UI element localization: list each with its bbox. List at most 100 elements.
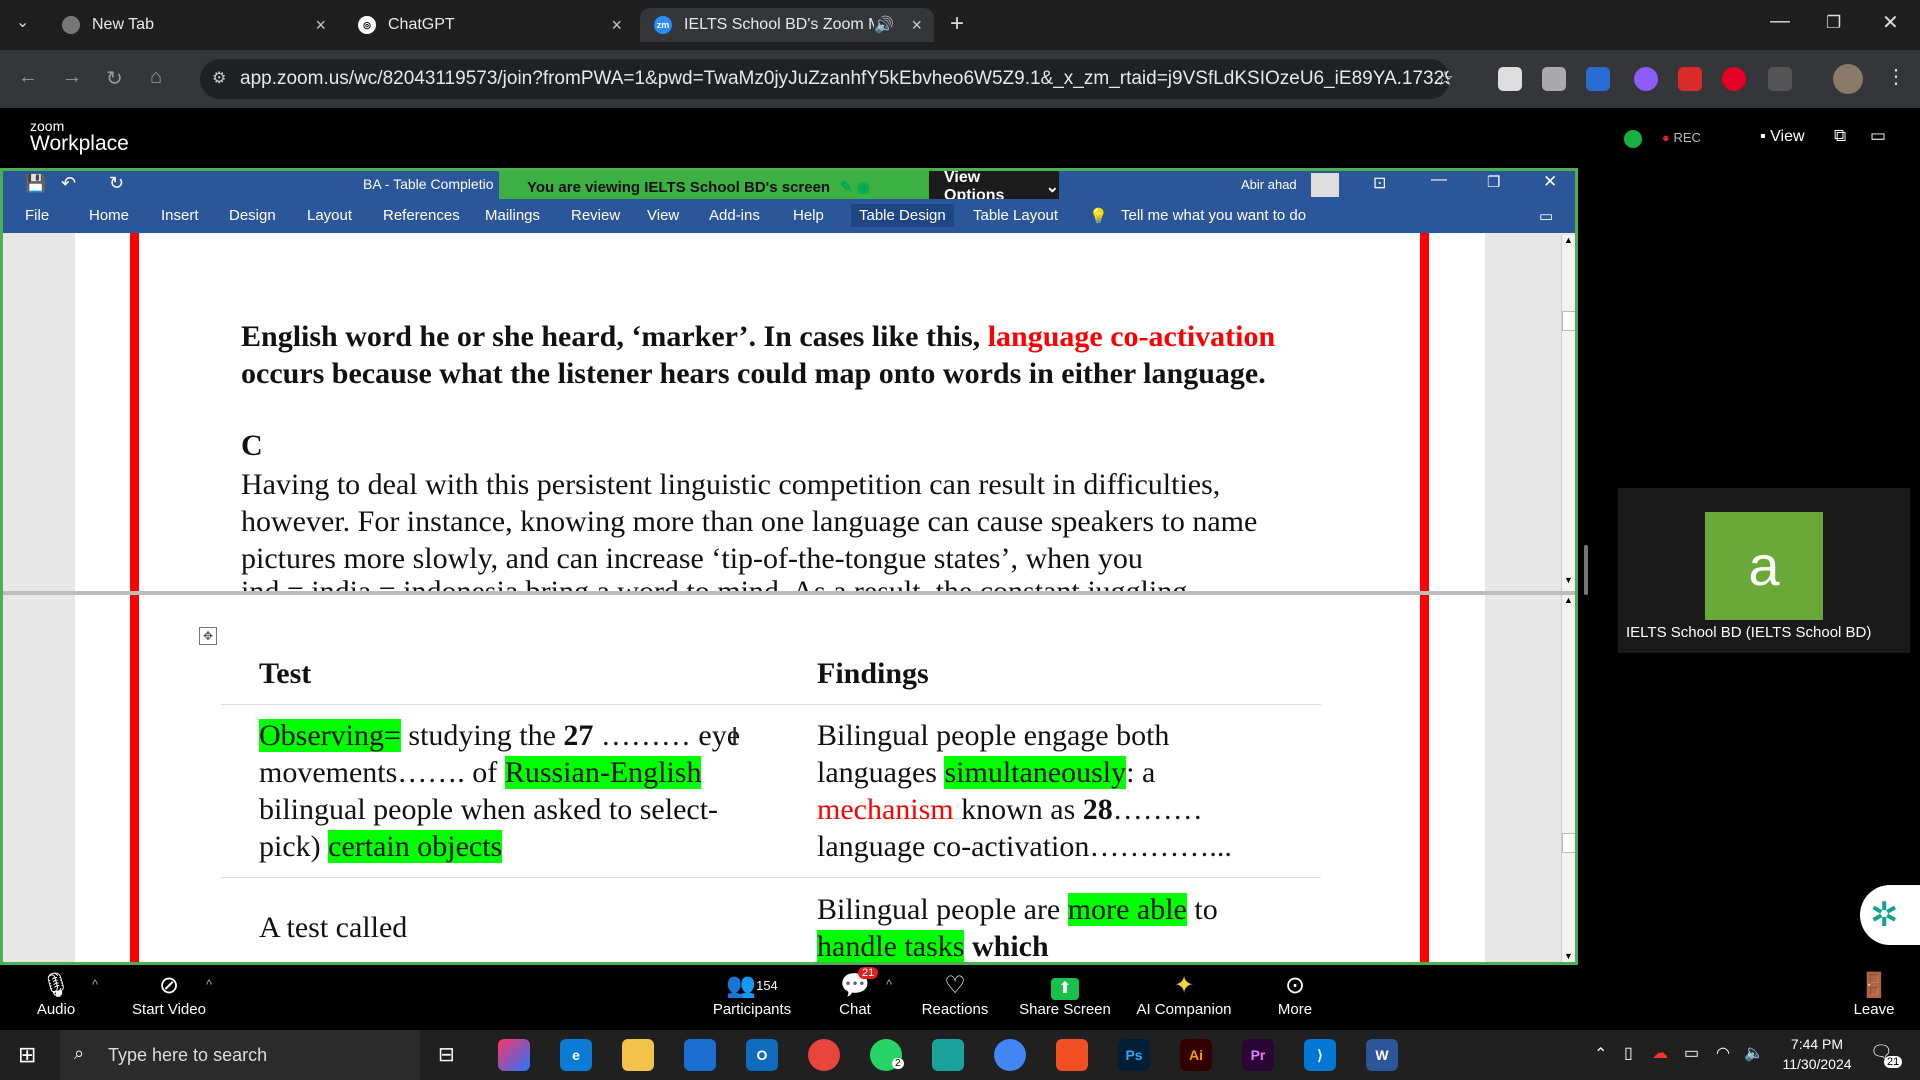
phone-link-icon[interactable] bbox=[932, 1039, 964, 1071]
close-tab-icon[interactable]: × bbox=[911, 15, 922, 36]
ribbon-display-icon[interactable]: ⊡ bbox=[1373, 173, 1386, 193]
more-button[interactable]: ⊙ More bbox=[1274, 971, 1316, 1018]
audio-button[interactable]: 🎙 Audio bbox=[30, 971, 82, 1018]
assistant-float-icon[interactable]: ✲ bbox=[1860, 885, 1920, 945]
ribbon-tab-file[interactable]: File bbox=[25, 207, 49, 224]
menu-kebab-icon[interactable]: ⋮ bbox=[1886, 64, 1906, 89]
store-icon[interactable] bbox=[684, 1039, 716, 1071]
extension-icon[interactable] bbox=[1586, 67, 1610, 91]
close-tab-icon[interactable]: × bbox=[611, 15, 622, 36]
panel-resize-handle[interactable] bbox=[1584, 545, 1588, 595]
user-avatar[interactable] bbox=[1311, 173, 1339, 197]
row1-test-cell[interactable]: Observing= studying the 27 ……… eye movem… bbox=[259, 717, 759, 865]
volume-icon[interactable]: 🔈 bbox=[1744, 1043, 1764, 1063]
app-icon[interactable] bbox=[1056, 1039, 1088, 1071]
chrome-profile-icon[interactable] bbox=[994, 1039, 1026, 1071]
home-icon[interactable]: ⌂ bbox=[150, 66, 162, 89]
file-explorer-icon[interactable] bbox=[622, 1039, 654, 1071]
ribbon-tab-table-layout[interactable]: Table Layout bbox=[973, 207, 1058, 224]
tab-chatgpt[interactable]: ◎ ChatGPT × bbox=[344, 8, 634, 42]
word-close-icon[interactable]: ✕ bbox=[1543, 172, 1557, 192]
extension-icon[interactable] bbox=[1542, 67, 1566, 91]
row2-findings-cell[interactable]: Bilingual people are more able to handle… bbox=[817, 891, 1287, 962]
ribbon-tab-insert[interactable]: Insert bbox=[161, 207, 199, 224]
premiere-icon[interactable]: Pr bbox=[1242, 1039, 1274, 1071]
speaker-icon[interactable]: 🔊 bbox=[874, 15, 894, 35]
row2-test-cell[interactable]: A test called bbox=[259, 911, 407, 945]
view-button[interactable]: ▪ View bbox=[1760, 128, 1805, 146]
site-info-icon[interactable]: ⚙ bbox=[212, 68, 226, 88]
ribbon-tab-home[interactable]: Home bbox=[89, 207, 129, 224]
edge-icon[interactable]: e bbox=[560, 1039, 592, 1071]
close-tab-icon[interactable]: × bbox=[315, 15, 326, 36]
share-screen-button[interactable]: ⬆ Share Screen bbox=[1018, 971, 1112, 1018]
pinterest-icon[interactable] bbox=[1722, 67, 1746, 91]
save-icon[interactable]: 💾 bbox=[25, 174, 46, 194]
profile-avatar[interactable] bbox=[1833, 64, 1863, 94]
task-view-icon[interactable]: ⊟ bbox=[438, 1042, 455, 1067]
tell-me-search[interactable]: Tell me what you want to do bbox=[1121, 207, 1306, 224]
participant-tile[interactable]: a IELTS School BD (IELTS School BD) bbox=[1618, 488, 1910, 653]
address-bar[interactable]: ⚙ app.zoom.us/wc/82043119573/join?fromPW… bbox=[200, 59, 1450, 99]
battery-icon[interactable]: ▭ bbox=[1684, 1043, 1699, 1063]
pdf-extension-icon[interactable] bbox=[1678, 67, 1702, 91]
ribbon-tab-add-ins[interactable]: Add-ins bbox=[709, 207, 760, 224]
ribbon-tab-design[interactable]: Design bbox=[229, 207, 276, 224]
upper-scrollbar[interactable]: ▲ ▼ bbox=[1561, 235, 1575, 591]
tab-search-chevron-icon[interactable]: ⌄ bbox=[16, 12, 29, 32]
ribbon-tab-layout[interactable]: Layout bbox=[307, 207, 352, 224]
row1-findings-cell[interactable]: Bilingual people engage both languages s… bbox=[817, 717, 1287, 865]
taskbar-search[interactable]: ⌕ Type here to search bbox=[60, 1030, 420, 1080]
word-taskbar-icon[interactable]: W bbox=[1366, 1039, 1398, 1071]
new-tab-icon[interactable]: + bbox=[950, 10, 964, 38]
wifi-icon[interactable]: ◠ bbox=[1716, 1043, 1730, 1063]
chrome-taskbar-icon[interactable] bbox=[808, 1039, 840, 1071]
reactions-button[interactable]: ♡ Reactions bbox=[918, 971, 992, 1018]
tray-chevron-icon[interactable]: ⌃ bbox=[1594, 1044, 1607, 1064]
table-move-handle-icon[interactable]: ✥ bbox=[199, 627, 217, 645]
word-minimize-icon[interactable]: — bbox=[1431, 171, 1447, 189]
fullscreen-icon[interactable]: ▭ bbox=[1870, 126, 1886, 146]
clock-date[interactable]: 11/30/2024 bbox=[1772, 1056, 1862, 1072]
clock-time[interactable]: 7:44 PM bbox=[1778, 1036, 1856, 1052]
audio-options-chevron-icon[interactable]: ^ bbox=[92, 977, 98, 992]
bookmark-star-icon[interactable]: ☆ bbox=[1436, 66, 1454, 91]
annotate-icon[interactable]: ✎ ◉ bbox=[840, 178, 870, 196]
tray-device-icon[interactable]: ▯ bbox=[1624, 1043, 1633, 1063]
tab-new-tab[interactable]: New Tab × bbox=[48, 8, 338, 42]
vscode-icon[interactable]: ⟩ bbox=[1304, 1039, 1336, 1071]
lower-scrollbar[interactable]: ▲ ▼ bbox=[1561, 595, 1575, 962]
copilot-icon[interactable] bbox=[498, 1039, 530, 1071]
start-video-button[interactable]: ⊘ Start Video bbox=[124, 971, 214, 1018]
windows-start-icon[interactable]: ⊞ bbox=[18, 1042, 36, 1068]
leave-button[interactable]: 🚪 Leave bbox=[1852, 971, 1896, 1018]
reload-icon[interactable]: ↻ bbox=[106, 66, 123, 91]
minimize-icon[interactable]: — bbox=[1770, 10, 1790, 33]
chat-options-chevron-icon[interactable]: ^ bbox=[886, 977, 892, 992]
ribbon-tab-references[interactable]: References bbox=[383, 207, 460, 224]
word-restore-icon[interactable]: ❐ bbox=[1487, 173, 1500, 191]
ribbon-tab-review[interactable]: Review bbox=[571, 207, 620, 224]
ribbon-tab-help[interactable]: Help bbox=[793, 207, 824, 224]
photoshop-icon[interactable]: Ps bbox=[1118, 1039, 1150, 1071]
restore-icon[interactable]: ❐ bbox=[1826, 13, 1841, 33]
reading-list-icon[interactable] bbox=[1498, 67, 1522, 91]
video-options-chevron-icon[interactable]: ^ bbox=[206, 977, 212, 992]
participants-button[interactable]: 👥154 Participants bbox=[710, 971, 794, 1018]
lower-scroll-thumb[interactable] bbox=[1562, 833, 1575, 853]
ribbon-tab-view[interactable]: View bbox=[647, 207, 679, 224]
ribbon-tab-table-design[interactable]: Table Design bbox=[851, 204, 954, 227]
forward-icon[interactable]: → bbox=[62, 66, 82, 89]
ai-companion-button[interactable]: ✦ AI Companion bbox=[1136, 971, 1232, 1018]
close-window-icon[interactable]: ✕ bbox=[1882, 10, 1899, 35]
redo-icon[interactable]: ↻ bbox=[109, 173, 124, 194]
extension-icon[interactable] bbox=[1634, 67, 1658, 91]
ribbon-tab-mailings[interactable]: Mailings bbox=[485, 207, 540, 224]
comments-icon[interactable]: ▭ bbox=[1539, 207, 1553, 225]
tab-zoom-meeting[interactable]: zm IELTS School BD's Zoom Me 🔊 × bbox=[640, 8, 934, 42]
undo-icon[interactable]: ↶ bbox=[61, 173, 76, 194]
outlook-icon[interactable]: O bbox=[746, 1039, 778, 1071]
upper-scroll-thumb[interactable] bbox=[1562, 311, 1575, 331]
back-icon[interactable]: ← bbox=[18, 66, 38, 89]
tray-cloud-icon[interactable]: ☁ bbox=[1652, 1043, 1668, 1063]
